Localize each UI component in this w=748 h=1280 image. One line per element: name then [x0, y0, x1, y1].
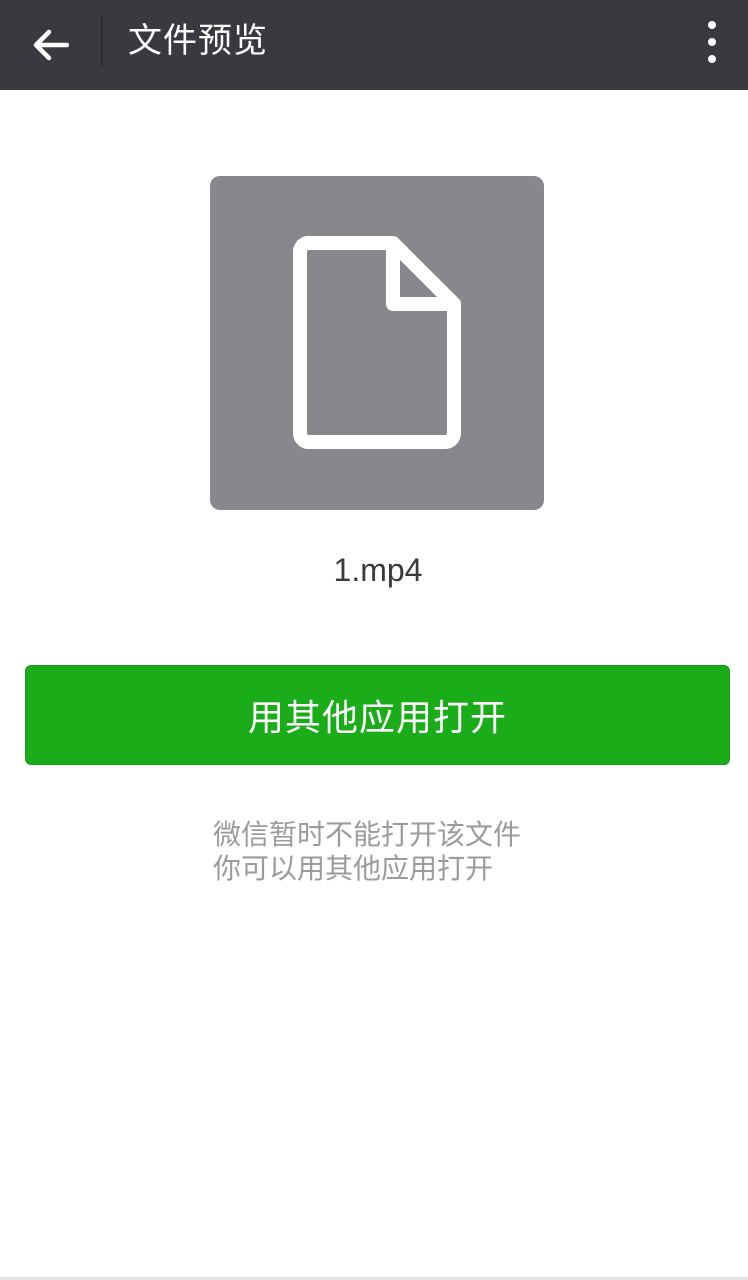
hint-line-2: 你可以用其他应用打开: [213, 852, 494, 885]
more-dot: [708, 38, 716, 46]
more-vertical-icon: [708, 21, 716, 29]
more-options-button[interactable]: [690, 14, 734, 70]
unsupported-file-hint: 微信暂时不能打开该文件 你可以用其他应用打开: [213, 818, 521, 886]
file-name: 1.mp4: [333, 552, 423, 588]
file-preview-tile: [210, 176, 544, 510]
page-title: 文件预览: [128, 21, 268, 61]
hint-line-1: 微信暂时不能打开该文件: [213, 818, 522, 851]
open-with-other-app-button[interactable]: 用其他应用打开: [25, 665, 730, 765]
top-bar: 文件预览: [0, 0, 748, 90]
file-icon: [293, 236, 461, 449]
back-button[interactable]: [14, 14, 86, 76]
arrow-left-icon: [33, 29, 69, 61]
more-dot: [708, 55, 716, 63]
header-divider: [101, 16, 103, 66]
